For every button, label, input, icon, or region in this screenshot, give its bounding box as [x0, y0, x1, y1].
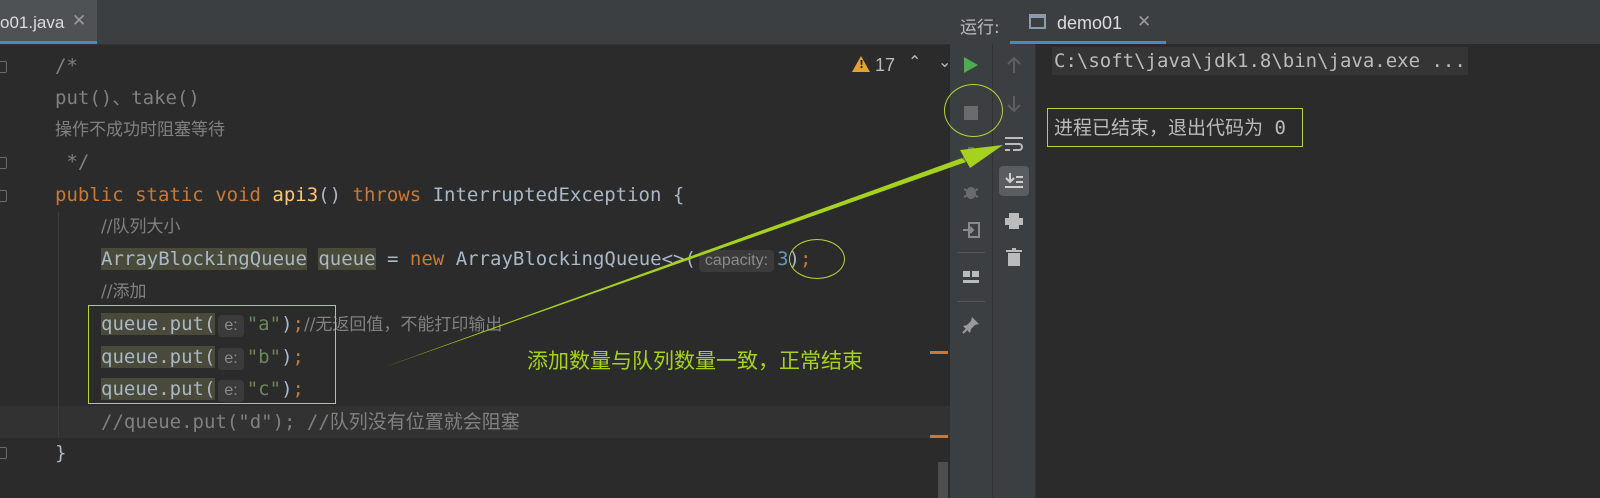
pin-icon[interactable] [957, 311, 985, 339]
code-line-6[interactable]: //队列大小 [101, 211, 180, 243]
paren: () [318, 184, 342, 206]
previous-highlight-icon[interactable]: ⌃ [908, 52, 921, 71]
inspection-widget[interactable]: 17 [852, 55, 895, 77]
scrollbar[interactable] [938, 462, 948, 498]
keyword: new [409, 248, 445, 270]
trash-icon[interactable] [1000, 243, 1028, 271]
variable-name: queue [318, 248, 376, 270]
camera-icon[interactable] [957, 140, 985, 168]
console-command-line[interactable]: C:\soft\java\jdk1.8\bin\java.exe ... [1052, 47, 1468, 75]
run-label: 运行: [960, 18, 1000, 38]
console-icon [1029, 14, 1046, 29]
toolbar-separator [957, 301, 985, 302]
run-tab-label: demo01 [1057, 13, 1123, 33]
keyword: static [135, 184, 204, 206]
code-line-3[interactable]: 操作不成功时阻塞等待 [55, 114, 225, 146]
warning-icon [852, 56, 870, 72]
annotation-box [1047, 108, 1303, 147]
login-icon[interactable] [957, 216, 985, 244]
brace: { [672, 184, 685, 206]
arrow-up-icon[interactable] [1000, 51, 1028, 79]
keyword: public [55, 184, 124, 206]
code-line-8[interactable]: //添加 [101, 276, 146, 308]
type-name: ArrayBlockingQueue [101, 248, 307, 270]
indent-guide [58, 212, 59, 438]
bug-icon[interactable] [957, 178, 985, 206]
soft-wrap-icon[interactable] [1000, 130, 1028, 158]
annotation-text: 添加数量与队列数量一致，正常结束 [527, 349, 863, 373]
keyword: throws [352, 184, 422, 206]
code-line-12[interactable]: //queue.put("d"); //队列没有位置就会阻塞 [101, 406, 520, 438]
parameter-hint: capacity: [698, 250, 775, 272]
code-line-5[interactable]: public static void api3() throws Interru… [55, 179, 684, 211]
constructor-call: ArrayBlockingQueue<>( [455, 248, 696, 270]
layout-icon[interactable] [957, 263, 985, 291]
annotation-circle [944, 84, 1003, 137]
code-line-1[interactable]: /* [55, 50, 78, 82]
error-stripe-mark[interactable] [930, 435, 948, 438]
file-tab-label: o01.java [0, 13, 65, 32]
fold-icon[interactable] [0, 157, 7, 169]
close-icon[interactable]: ✕ [1137, 12, 1151, 32]
fold-icon[interactable] [0, 447, 7, 459]
code-line-13[interactable]: } [55, 437, 66, 469]
scroll-to-end-icon[interactable] [999, 166, 1029, 196]
close-icon[interactable]: ✕ [72, 11, 86, 31]
editor-tab-bar [0, 0, 968, 45]
warning-count: 17 [875, 55, 896, 75]
error-stripe-mark[interactable] [930, 351, 948, 354]
code-line-4[interactable]: */ [55, 146, 89, 178]
toolbar-separator [957, 252, 985, 253]
code-line-7[interactable]: ArrayBlockingQueue queue = new ArrayBloc… [101, 243, 811, 275]
print-icon[interactable] [1000, 207, 1028, 235]
file-tab[interactable]: o01.java ✕ [0, 0, 97, 44]
exception-type: InterruptedException [432, 184, 662, 206]
fold-icon[interactable] [0, 190, 7, 202]
operator: = [387, 248, 399, 270]
fold-icon[interactable] [0, 61, 7, 73]
code-line-2[interactable]: put()、take() [55, 82, 200, 114]
keyword: void [215, 184, 261, 206]
play-icon[interactable] [957, 51, 985, 79]
method-name: api3 [272, 184, 319, 206]
number-literal: 3 [777, 248, 789, 270]
annotation-circle [789, 239, 845, 279]
arrow-down-icon[interactable] [1000, 90, 1028, 118]
annotation-box [88, 305, 336, 404]
